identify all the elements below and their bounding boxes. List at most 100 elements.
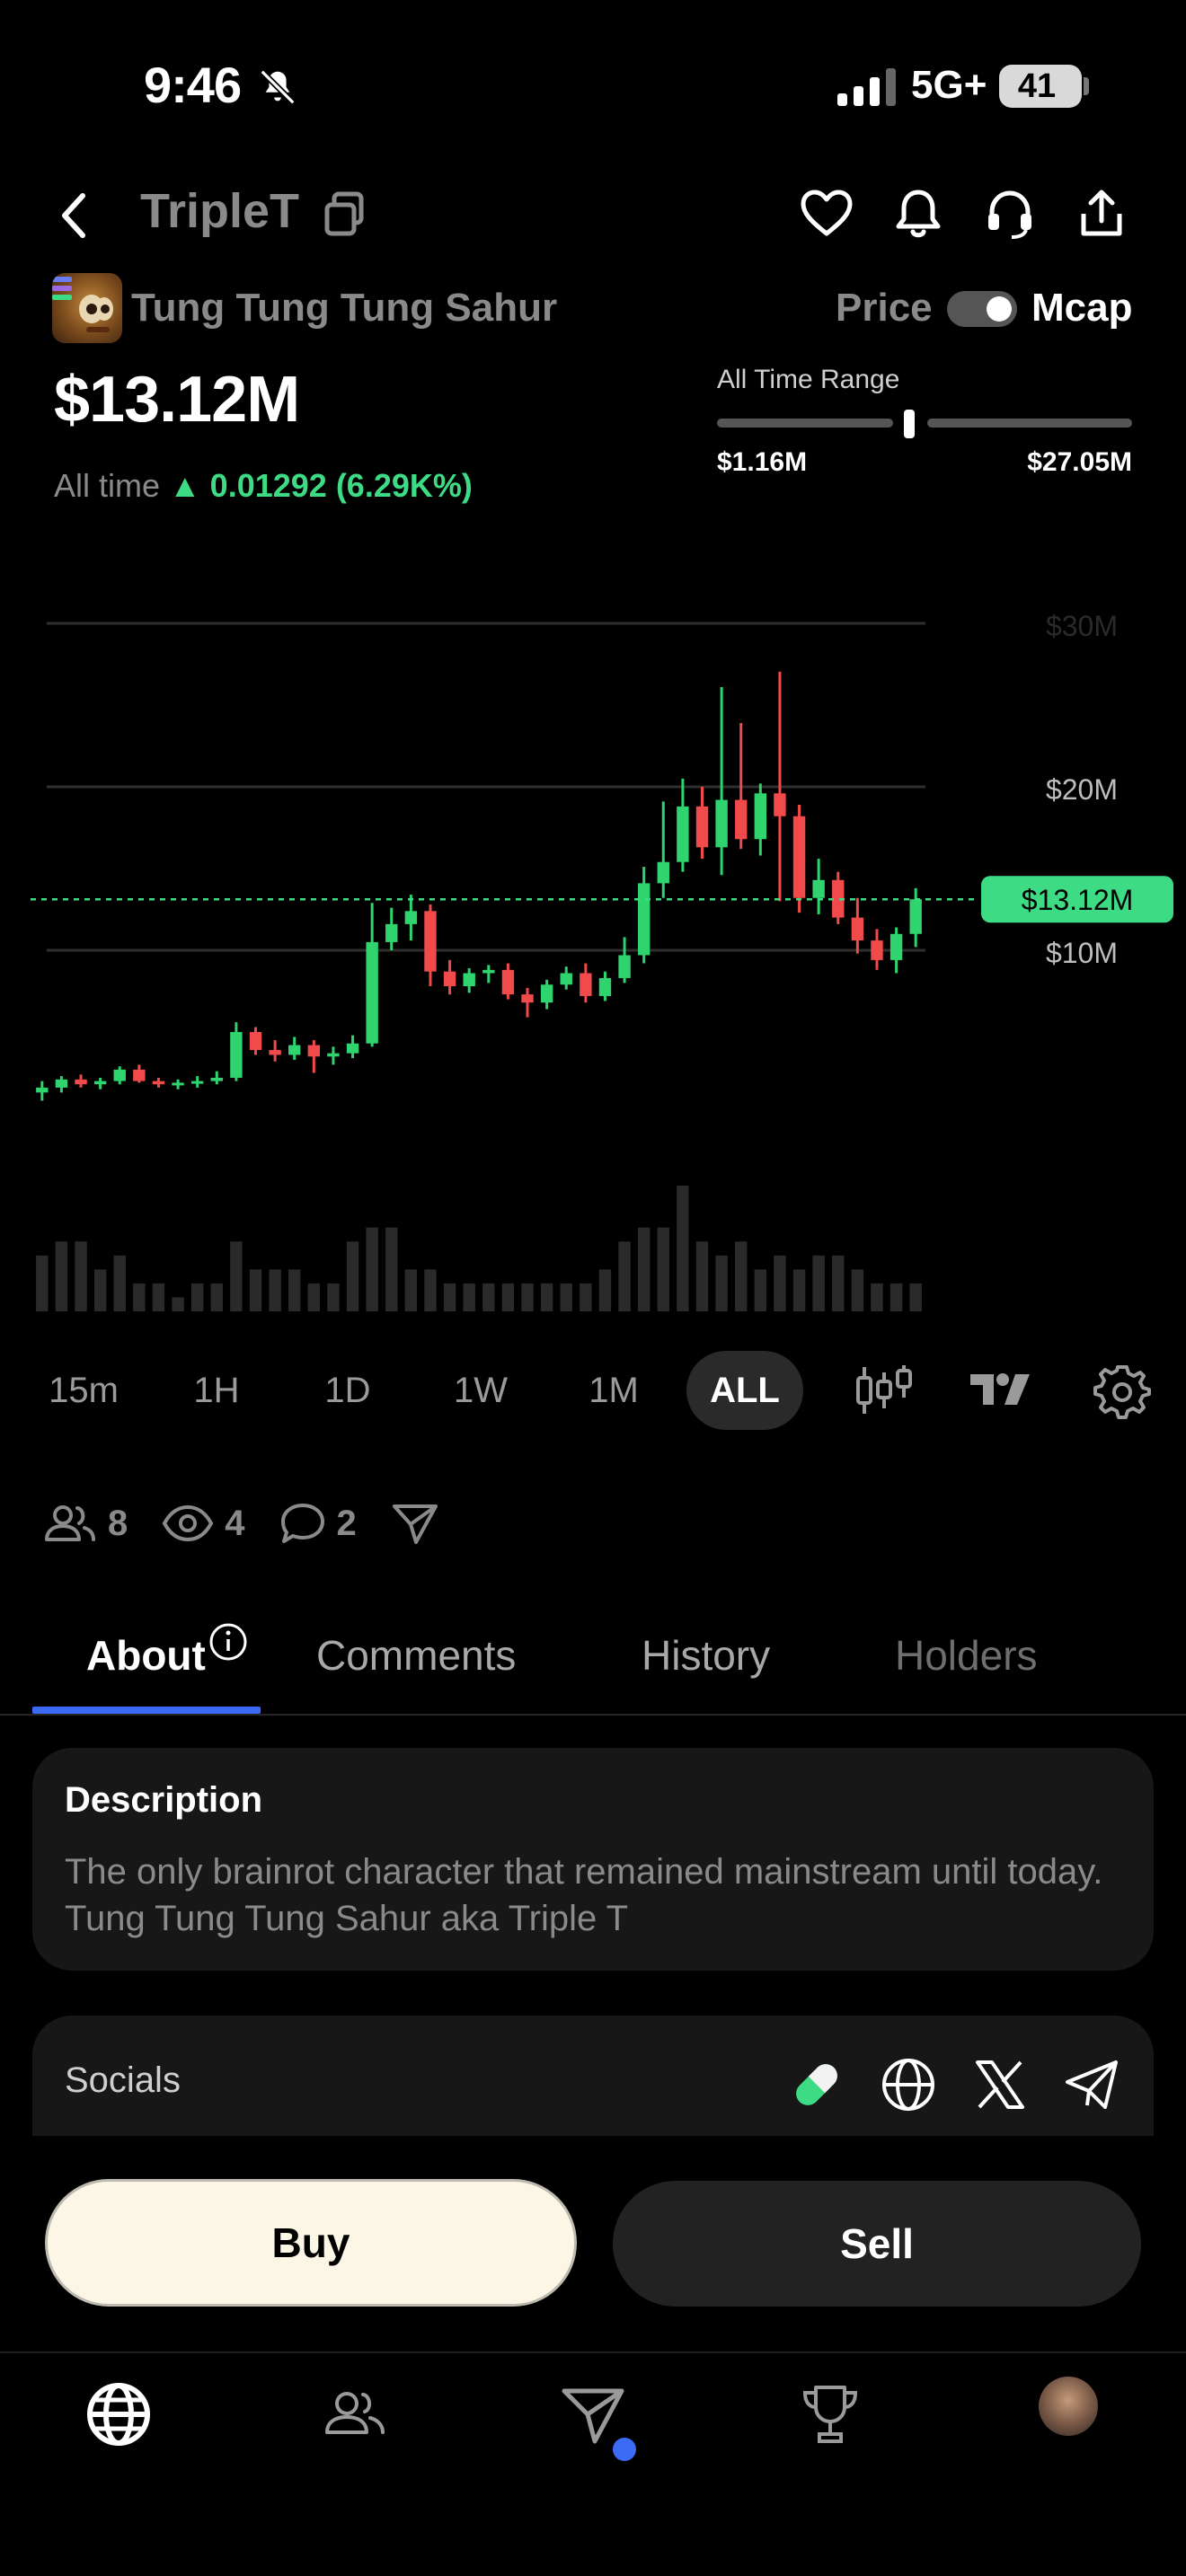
profile-avatar[interactable] xyxy=(1039,2377,1098,2436)
candlestick-icon[interactable] xyxy=(852,1362,915,1419)
network-label: 5G+ xyxy=(911,63,987,107)
tab-comments[interactable]: Comments xyxy=(316,1631,516,1680)
timeframe-1w[interactable]: 1W xyxy=(422,1351,539,1430)
bell-icon[interactable] xyxy=(890,185,947,243)
tab-holders[interactable]: Holders xyxy=(895,1631,1038,1680)
volume-bar xyxy=(754,1269,767,1311)
comments-stat[interactable]: 2 xyxy=(279,1502,357,1545)
candle-body xyxy=(637,883,651,956)
candle-body xyxy=(152,1081,165,1085)
share-stat[interactable] xyxy=(391,1501,450,1546)
volume-bar xyxy=(677,1186,689,1311)
candle-body xyxy=(871,940,883,960)
y-tick-label: $30M xyxy=(1046,610,1118,642)
copy-icon[interactable] xyxy=(322,189,367,239)
users-icon xyxy=(45,1505,95,1541)
y-tick-label: $10M xyxy=(1046,937,1118,969)
volume-bar xyxy=(482,1283,495,1311)
header: TripleT xyxy=(0,171,1186,260)
candle-body xyxy=(560,973,572,985)
pill-icon[interactable] xyxy=(787,2055,846,2114)
globe-icon[interactable] xyxy=(879,2055,938,2114)
current-price-label: $13.12M xyxy=(1022,884,1134,916)
candle-body xyxy=(113,1069,126,1081)
candle-body xyxy=(210,1077,223,1081)
volume-bar xyxy=(618,1241,631,1311)
volume-bar xyxy=(36,1255,49,1311)
candle-body xyxy=(307,1045,321,1057)
sell-button[interactable]: Sell xyxy=(613,2181,1141,2307)
candle-body xyxy=(501,969,515,995)
tradingview-icon[interactable] xyxy=(969,1362,1031,1419)
volume-bar xyxy=(715,1255,728,1311)
candle-body xyxy=(735,799,748,840)
info-icon[interactable] xyxy=(208,1622,248,1662)
tab-bar: About Comments History Holders xyxy=(0,1604,1186,1716)
volume-bar xyxy=(443,1283,456,1311)
x-twitter-icon[interactable] xyxy=(970,2055,1030,2114)
description-card: Description The only brainrot character … xyxy=(32,1748,1154,1971)
users-nav-icon[interactable] xyxy=(320,2378,392,2450)
candle-body xyxy=(55,1079,68,1088)
candle-body xyxy=(93,1081,107,1085)
back-button[interactable] xyxy=(56,180,110,251)
volume-bar xyxy=(501,1283,515,1311)
holders-stat[interactable]: 8 xyxy=(43,1504,128,1544)
buy-button[interactable]: Buy xyxy=(45,2179,577,2307)
tab-history[interactable]: History xyxy=(642,1631,770,1680)
volume-bar xyxy=(55,1241,68,1311)
toggle-knob xyxy=(987,296,1012,322)
socials-label: Socials xyxy=(65,2060,181,2100)
gear-icon[interactable] xyxy=(1091,1362,1154,1419)
candle-body xyxy=(482,969,495,974)
candle-body xyxy=(424,911,437,972)
tab-about[interactable]: About xyxy=(86,1631,206,1680)
telegram-icon[interactable] xyxy=(1062,2055,1121,2114)
volume-bar xyxy=(249,1269,262,1311)
globe-nav-icon[interactable] xyxy=(83,2378,155,2450)
candle-body xyxy=(774,793,786,816)
volume-bar xyxy=(851,1269,864,1311)
volume-bar xyxy=(598,1269,612,1311)
volume-bar xyxy=(540,1283,553,1311)
volume-bar xyxy=(832,1255,845,1311)
volume-bar xyxy=(560,1283,572,1311)
heart-icon[interactable] xyxy=(798,185,855,243)
headset-icon[interactable] xyxy=(981,185,1039,243)
views-stat[interactable]: 4 xyxy=(162,1504,245,1544)
mcap-toggle-label[interactable]: Mcap xyxy=(1031,286,1132,331)
alltime-label: All time xyxy=(54,467,161,504)
timeframe-15m[interactable]: 15m xyxy=(25,1351,142,1430)
timeframe-all[interactable]: ALL xyxy=(686,1351,803,1430)
volume-bar xyxy=(75,1241,87,1311)
candle-body xyxy=(618,955,631,978)
candle-body xyxy=(288,1045,301,1055)
price-mcap-toggle[interactable] xyxy=(947,291,1017,327)
trophy-nav-icon[interactable] xyxy=(794,2378,866,2450)
candle-body xyxy=(909,899,922,934)
volume-bar xyxy=(735,1241,748,1311)
eye-icon xyxy=(162,1504,214,1542)
candle-body xyxy=(327,1053,340,1057)
price-chart[interactable]: $30M $20M $10M $13.12M xyxy=(0,575,1186,1320)
candle-body xyxy=(133,1069,146,1081)
volume-bar xyxy=(792,1269,806,1311)
volume-bar xyxy=(812,1255,825,1311)
range-segment-low xyxy=(717,419,893,428)
timeframe-1m[interactable]: 1M xyxy=(555,1351,672,1430)
range-segment-high xyxy=(927,419,1132,428)
timeframe-1d[interactable]: 1D xyxy=(289,1351,406,1430)
volume-bar xyxy=(580,1283,592,1311)
price-toggle-label[interactable]: Price xyxy=(836,286,933,331)
active-tab-indicator xyxy=(32,1707,261,1714)
volume-bar xyxy=(890,1283,903,1311)
share-icon[interactable] xyxy=(1073,185,1130,243)
alltime-change: ▲ 0.01292 (6.29K%) xyxy=(169,467,473,504)
notification-dot xyxy=(613,2438,636,2461)
timeframe-1h[interactable]: 1H xyxy=(158,1351,275,1430)
alltime-row: All time ▲ 0.01292 (6.29K%) xyxy=(54,467,473,505)
status-bar: 9:46 5G+ 41 xyxy=(0,0,1186,171)
range-title: All Time Range xyxy=(717,365,900,394)
volume-bar xyxy=(871,1283,883,1311)
range-track xyxy=(717,410,1132,438)
